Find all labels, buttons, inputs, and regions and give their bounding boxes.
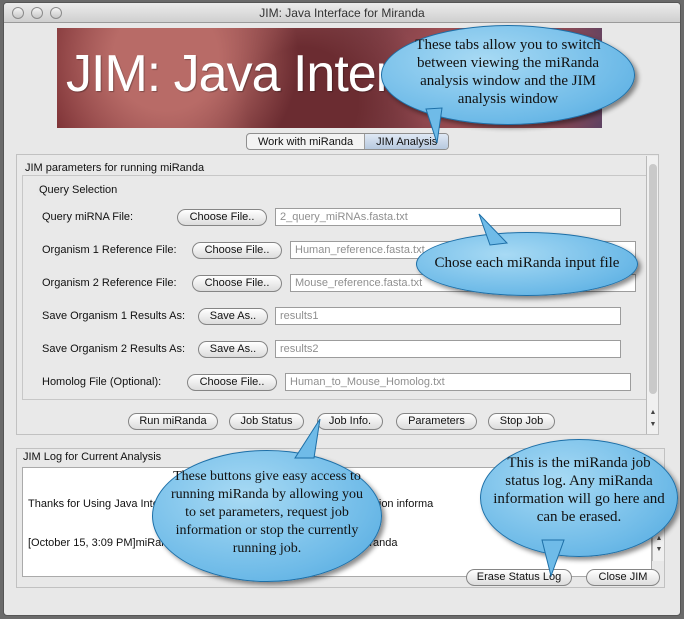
title-bar[interactable]: JIM: Java Interface for Miranda <box>4 3 680 23</box>
window-title: JIM: Java Interface for Miranda <box>259 6 425 20</box>
organism-2-reference-label: Organism 2 Reference File: <box>42 277 177 289</box>
tab-bar: Work with miRanda JIM Analysis <box>246 133 450 150</box>
choose-query-file-button[interactable]: Choose File.. <box>177 209 267 226</box>
run-miranda-button[interactable]: Run miRanda <box>128 413 218 430</box>
choose-homolog-file-button[interactable]: Choose File.. <box>187 374 277 391</box>
homolog-file-label: Homolog File (Optional): <box>42 376 162 388</box>
organism-1-results-field[interactable]: results1 <box>275 307 621 325</box>
tab-work-with-miranda[interactable]: Work with miRanda <box>247 134 366 149</box>
organism-2-results-field[interactable]: results2 <box>275 340 621 358</box>
choose-organism-1-file-button[interactable]: Choose File.. <box>192 242 282 259</box>
homolog-file-field[interactable]: Human_to_Mouse_Homolog.txt <box>285 373 631 391</box>
parameters-scroll-thumb[interactable] <box>649 164 657 394</box>
query-mirna-label: Query miRNA File: <box>42 211 134 223</box>
log-callout: This is the miRanda job status log. Any … <box>480 439 678 557</box>
log-scroll-down-icon[interactable]: ▼ <box>654 545 664 554</box>
save-organism-2-button[interactable]: Save As.. <box>198 341 268 358</box>
choose-organism-2-file-button[interactable]: Choose File.. <box>192 275 282 292</box>
tabs-callout-tail <box>425 107 443 144</box>
input-file-callout: Chose each miRanda input file <box>416 232 638 296</box>
input-file-callout-tail <box>478 213 509 246</box>
parameters-button[interactable]: Parameters <box>396 413 477 430</box>
log-title: JIM Log for Current Analysis <box>21 451 164 463</box>
buttons-callout: These buttons give easy access to runnin… <box>152 450 382 582</box>
query-selection-title: Query Selection <box>37 184 120 196</box>
tabs-callout: These tabs allow you to switch between v… <box>381 25 635 125</box>
save-organism-1-label: Save Organism 1 Results As: <box>42 310 186 322</box>
organism-1-reference-label: Organism 1 Reference File: <box>42 244 177 256</box>
buttons-callout-tail <box>294 418 321 459</box>
scroll-down-icon[interactable]: ▼ <box>648 420 658 429</box>
parameters-panel: JIM parameters for running miRanda Query… <box>16 154 659 435</box>
stop-job-button[interactable]: Stop Job <box>488 413 555 430</box>
log-callout-tail <box>541 539 565 577</box>
scroll-up-icon[interactable]: ▲ <box>648 408 658 417</box>
save-organism-2-label: Save Organism 2 Results As: <box>42 343 186 355</box>
close-jim-button[interactable]: Close JIM <box>586 569 660 586</box>
parameters-title: JIM parameters for running miRanda <box>23 162 207 174</box>
parameters-scrollbar[interactable]: ▲ ▼ <box>646 156 658 434</box>
save-organism-1-button[interactable]: Save As.. <box>198 308 268 325</box>
app-window: JIM: Java Interface for Miranda JIM: Jav… <box>3 2 681 616</box>
query-mirna-file-field[interactable]: 2_query_miRNAs.fasta.txt <box>275 208 621 226</box>
